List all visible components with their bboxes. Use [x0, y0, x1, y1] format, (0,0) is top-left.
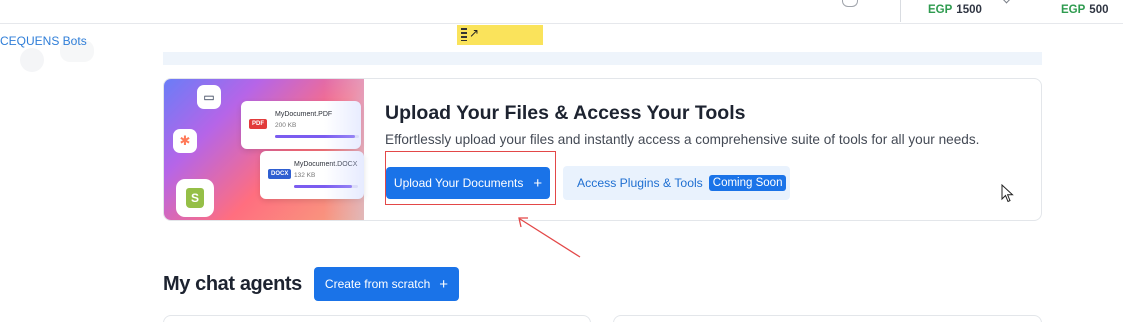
- upload-progress: [275, 135, 359, 138]
- upload-banner: ▭ ✱ S PDF MyDocument.PDF 200 KB DOCX MyD…: [163, 78, 1042, 221]
- sticky-note[interactable]: ↗: [457, 25, 543, 45]
- banner-title: Upload Your Files & Access Your Tools: [385, 102, 746, 124]
- agent-card[interactable]: [613, 315, 1042, 322]
- sidebar-item-cequens-bots[interactable]: CEQUENS Bots: [0, 34, 87, 48]
- banner-subtitle: Effortlessly upload your files and insta…: [385, 132, 980, 147]
- page: EGP 1500 EGP 500 CEQUENS Bots ↗ ▭ ✱ S PDF …: [0, 0, 1123, 322]
- upload-documents-button[interactable]: Upload Your Documents +: [386, 167, 550, 199]
- file-name: MyDocument.DOCX: [294, 161, 358, 168]
- create-from-scratch-label: Create from scratch: [324, 277, 431, 291]
- banner-illustration: ▭ ✱ S PDF MyDocument.PDF 200 KB DOCX MyD…: [164, 79, 364, 220]
- file-card: PDF MyDocument.PDF 200 KB: [241, 101, 361, 149]
- file-type-badge: PDF: [249, 119, 267, 129]
- balance-amount: 1500: [956, 4, 982, 16]
- expand-arrow-icon[interactable]: ↗: [469, 26, 479, 40]
- upload-progress: [294, 185, 358, 188]
- file-name: MyDocument.PDF: [275, 111, 333, 118]
- balance-amount: 500: [1089, 4, 1109, 16]
- hubspot-icon: ✱: [173, 129, 197, 153]
- balance-secondary[interactable]: EGP 500: [1061, 4, 1108, 16]
- file-size: 132 KB: [294, 172, 316, 179]
- topbar-divider: [900, 0, 901, 22]
- mouse-cursor-icon: [1001, 184, 1014, 203]
- file-type-badge: DOCX: [268, 169, 292, 179]
- access-plugins-button[interactable]: Access Plugins & Tools Coming Soon: [563, 166, 790, 200]
- faint-avatar: [20, 48, 44, 72]
- access-plugins-label: Access Plugins & Tools: [577, 176, 703, 190]
- shopify-icon: S: [176, 179, 214, 217]
- bell-icon[interactable]: [842, 0, 858, 7]
- balance-primary[interactable]: EGP 1500: [928, 4, 982, 16]
- annotation-arrow: [518, 217, 581, 258]
- top-bar: EGP 1500 EGP 500: [0, 0, 1123, 24]
- top-strip: [163, 52, 1042, 65]
- file-size: 200 KB: [275, 122, 297, 129]
- inbox-icon: ▭: [197, 85, 221, 109]
- create-from-scratch-button[interactable]: Create from scratch +: [314, 267, 459, 301]
- plus-icon: +: [533, 174, 543, 192]
- coming-soon-badge: Coming Soon: [708, 175, 787, 191]
- drag-handle-icon[interactable]: [461, 28, 467, 41]
- balance-currency: EGP: [928, 4, 953, 16]
- agent-card[interactable]: [163, 315, 591, 322]
- plus-icon: +: [439, 275, 449, 293]
- balance-currency: EGP: [1061, 4, 1086, 16]
- chevron-down-icon[interactable]: [1001, 0, 1012, 4]
- file-card: DOCX MyDocument.DOCX 132 KB: [260, 151, 364, 199]
- upload-documents-label: Upload Your Documents: [393, 176, 524, 190]
- my-chat-agents-heading: My chat agents: [163, 273, 302, 295]
